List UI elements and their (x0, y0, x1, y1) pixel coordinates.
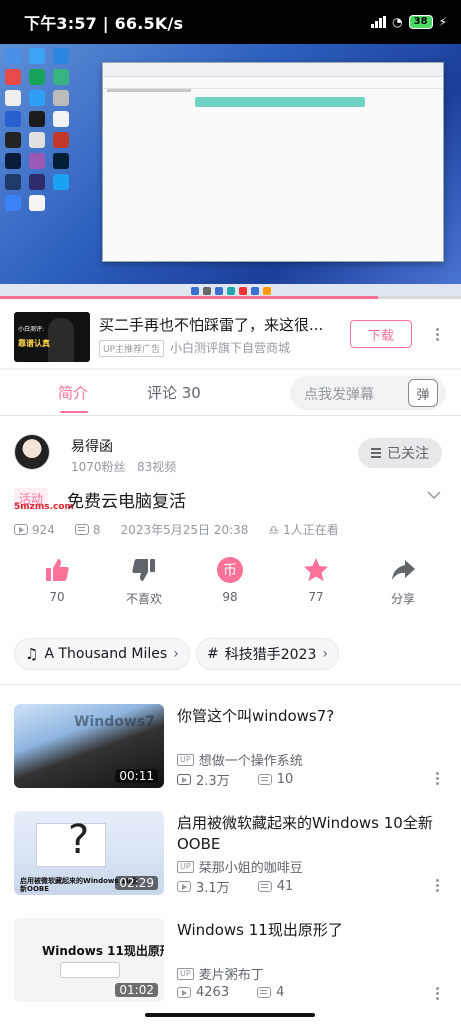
menu-icon (371, 448, 381, 458)
wifi-icon: ◔ (392, 15, 403, 29)
video-duration: 00:11 (115, 769, 158, 783)
watching-icon: ♎ (268, 522, 280, 537)
danmaku-placeholder: 点我发弹幕 (304, 387, 374, 403)
home-indicator[interactable] (145, 1013, 315, 1017)
coin-button[interactable]: 币 98 (200, 556, 260, 604)
battery-icon: 38 (408, 15, 433, 29)
play-count-icon (177, 881, 191, 892)
topic-chip[interactable]: # 科技猎手2023 › (196, 638, 339, 670)
music-chip[interactable]: ♫ A Thousand Miles › (14, 638, 190, 670)
status-bar: 下午3:57 | 66.5K/s ◔ 38 ⚡ (0, 0, 461, 44)
tab-bar: 简介 评论 30 点我发弹幕 弹 (0, 370, 461, 416)
follow-button[interactable]: 已关注 (358, 438, 442, 468)
video-progress-bar[interactable] (0, 296, 461, 299)
desktop-icons (2, 48, 74, 211)
share-arrow-icon (392, 560, 415, 580)
star-icon (304, 558, 328, 581)
related-video-stats: 4263 4 (177, 985, 284, 1000)
charging-icon: ⚡ (438, 15, 447, 29)
video-stats: 924 8 2023年5月25日 20:38 ♎ 1人正在看 (14, 521, 339, 538)
related-video-stats: 2.3万 10 (177, 770, 293, 789)
more-options-icon[interactable] (434, 772, 440, 785)
uploader-stats: 1070粉丝 83视频 (71, 460, 177, 474)
thumb-down-icon (132, 559, 155, 581)
music-note-icon: ♫ (25, 645, 39, 663)
video-thumbnail[interactable]: Windows 11现出原形 01:02 (14, 918, 164, 1002)
tab-indicator (60, 411, 88, 413)
danmaku-input[interactable]: 点我发弹幕 弹 (290, 376, 446, 410)
video-thumbnail[interactable]: Windows7 00:11 (14, 704, 164, 788)
favorite-button[interactable]: 77 (286, 556, 346, 604)
video-thumbnail[interactable]: ? 启用被微软藏起来的Windows 10全新OOBE 02:29 (14, 811, 164, 895)
watermark: 5mzms.com (14, 502, 74, 512)
tab-intro[interactable]: 简介 (58, 382, 88, 403)
ad-subtitle: 小白测评旗下自营商城 (170, 341, 291, 355)
video-title: 免费云电脑复活 (67, 492, 186, 512)
thumb-up-icon (46, 559, 69, 581)
more-options-icon[interactable] (434, 879, 440, 892)
question-mark-icon: ? (68, 817, 90, 863)
uploader-avatar[interactable] (14, 434, 50, 470)
publish-date: 2023年5月25日 20:38 (120, 523, 249, 537)
chevron-right-icon: › (322, 646, 328, 662)
more-options-icon[interactable] (434, 987, 440, 1000)
up-badge-icon: UP (177, 967, 194, 980)
video-duration: 01:02 (115, 983, 158, 997)
up-badge-icon: UP (177, 753, 194, 766)
danmaku-toggle-button[interactable]: 弹 (408, 379, 438, 407)
related-video-title: 你管这个叫windows7? (177, 707, 335, 725)
related-video-stats: 3.1万 41 (177, 877, 293, 896)
related-video-title: 启用被微软藏起来的Windows 10全新OOBE (177, 814, 433, 853)
play-count-icon (14, 524, 28, 535)
chevron-right-icon: › (173, 646, 179, 662)
play-count-icon (177, 774, 191, 785)
related-video-uploader: UP 麦片粥布丁 (177, 964, 264, 983)
ad-more-icon[interactable] (434, 328, 440, 341)
like-button[interactable]: 70 (27, 556, 87, 604)
notepad-window (102, 62, 444, 262)
related-video-title: Windows 11现出原形了 (177, 921, 343, 939)
video-player[interactable] (0, 44, 461, 298)
status-indicators: ◔ 38 ⚡ (371, 15, 447, 29)
svg-text:币: 币 (223, 563, 237, 579)
download-button[interactable]: 下载 (350, 320, 412, 348)
video-duration: 02:29 (115, 876, 158, 890)
related-video-uploader: UP 栞那小姐的咖啡豆 (177, 857, 303, 876)
expand-chevron-icon[interactable] (427, 488, 441, 502)
share-button[interactable]: 分享 (373, 556, 433, 607)
danmaku-count-icon (257, 774, 272, 785)
dislike-button[interactable]: 不喜欢 (114, 556, 174, 607)
danmaku-count-icon (257, 987, 272, 998)
hashtag-icon: # (207, 646, 219, 662)
ad-banner[interactable]: 小白测评: 靠谱认真 买二手再也不怕踩雷了，来这很... UP主推荐广告 小白测… (0, 304, 461, 368)
status-time: 下午3:57 | 66.5K/s (24, 14, 184, 33)
coin-icon: 币 (217, 557, 243, 583)
danmaku-count-icon (257, 881, 272, 892)
uploader-name[interactable]: 易得函 (71, 436, 113, 456)
related-video-uploader: UP 想做一个操作系统 (177, 750, 303, 769)
play-count-icon (177, 987, 191, 998)
ad-label: UP主推荐广告 (99, 340, 165, 357)
ad-thumbnail: 小白测评: 靠谱认真 (14, 312, 90, 362)
tab-comments[interactable]: 评论 30 (147, 382, 201, 403)
up-badge-icon: UP (177, 860, 194, 873)
signal-icon (371, 16, 387, 28)
danmaku-count-icon (74, 524, 89, 535)
ad-title: 买二手再也不怕踩雷了，来这很... (99, 316, 324, 334)
